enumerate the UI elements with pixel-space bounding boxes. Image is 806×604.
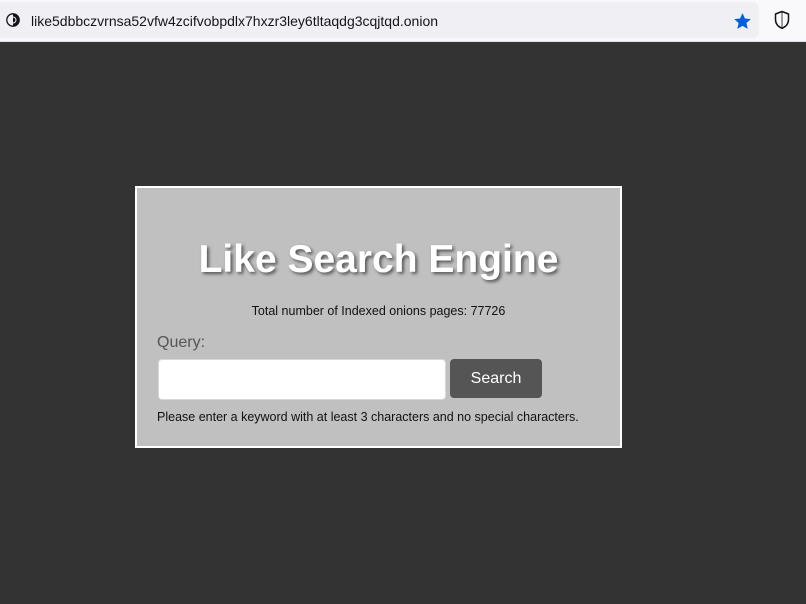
browser-toolbar: like5dbbczvrnsa52vfw4zcifvobpdlx7hxzr3le… xyxy=(0,0,806,42)
page-title: Like Search Engine xyxy=(198,238,559,281)
bookmark-star-icon[interactable] xyxy=(733,12,752,31)
search-button[interactable]: Search xyxy=(450,359,542,398)
address-bar[interactable]: like5dbbczvrnsa52vfw4zcifvobpdlx7hxzr3le… xyxy=(0,2,759,38)
url-text[interactable]: like5dbbczvrnsa52vfw4zcifvobpdlx7hxzr3le… xyxy=(31,13,438,29)
shield-icon[interactable] xyxy=(773,10,791,30)
search-panel: Like Search Engine Total number of Index… xyxy=(135,186,622,448)
indexed-pages-count: Total number of Indexed onions pages: 77… xyxy=(251,304,506,318)
query-label: Query: xyxy=(157,334,206,351)
search-hint: Please enter a keyword with at least 3 c… xyxy=(157,410,579,424)
onion-site-icon[interactable] xyxy=(6,13,20,27)
search-input[interactable] xyxy=(158,359,446,400)
